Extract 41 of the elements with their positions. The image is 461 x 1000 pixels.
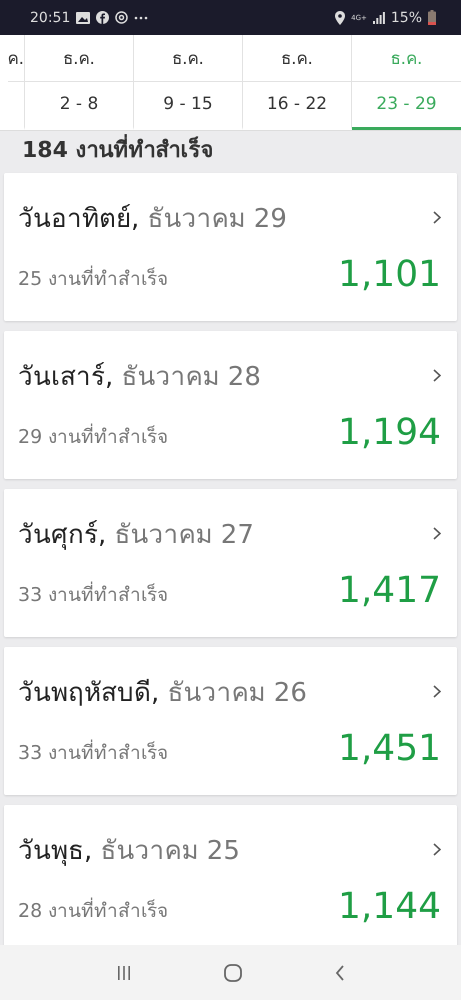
- day-card[interactable]: วันเสาร์, ธันวาคม 28 29 งานที่ทำสำเร็จ 1,194: [4, 331, 457, 479]
- image-icon: [76, 12, 90, 24]
- home-icon[interactable]: [224, 964, 242, 982]
- week-tab[interactable]: ธ.ค. 16 - 22: [243, 35, 352, 130]
- day-title: วันศุกร์, ธันวาคม 27: [18, 519, 254, 552]
- day-title: วันเสาร์, ธันวาคม 28: [18, 361, 261, 394]
- earnings-amount: 1,101: [338, 254, 441, 295]
- chevron-right-icon: [433, 843, 441, 856]
- jobs-count: 25 งานที่ทำสำเร็จ: [18, 263, 168, 295]
- day-card[interactable]: วันพุธ, ธันวาคม 25 28 งานที่ทำสำเร็จ 1,144: [4, 805, 457, 945]
- jobs-count: 33 งานที่ทำสำเร็จ: [18, 579, 168, 611]
- week-tab[interactable]: ธ.ค. 9 - 15: [134, 35, 243, 130]
- jobs-count: 29 งานที่ทำสำเร็จ: [18, 421, 168, 453]
- day-card[interactable]: วันอาทิตย์, ธันวาคม 29 25 งานที่ทำสำเร็จ 1,101: [4, 173, 457, 321]
- recent-apps-icon[interactable]: [116, 964, 132, 980]
- day-card[interactable]: วันศุกร์, ธันวาคม 27 33 งานที่ทำสำเร็จ 1,417: [4, 489, 457, 637]
- earnings-amount: 1,144: [338, 886, 441, 927]
- at-sign-icon: [115, 11, 128, 24]
- chevron-right-icon: [433, 211, 441, 224]
- chevron-right-icon: [433, 527, 441, 540]
- back-icon[interactable]: [334, 964, 345, 980]
- jobs-count: 33 งานที่ทำสำเร็จ: [18, 737, 168, 769]
- signal-icon: [372, 12, 385, 24]
- battery-icon: [428, 10, 436, 25]
- earnings-amount: 1,194: [338, 412, 441, 453]
- more-icon: [134, 16, 148, 20]
- day-title: วันพฤหัสบดี, ธันวาคม 26: [18, 677, 307, 710]
- chevron-right-icon: [433, 685, 441, 698]
- jobs-count: 28 งานที่ทำสำเร็จ: [18, 895, 168, 927]
- day-title: วันอาทิตย์, ธันวาคม 29: [18, 203, 287, 236]
- chevron-right-icon: [433, 369, 441, 382]
- completed-jobs-total: 184 งานที่ทำสำเร็จ: [4, 131, 457, 171]
- week-tab[interactable]: ธ.ค. 2 - 8: [25, 35, 134, 130]
- facebook-icon: [96, 11, 110, 24]
- location-icon: [335, 10, 346, 24]
- day-title: วันพุธ, ธันวาคม 25: [18, 835, 240, 868]
- status-time: 20:51: [30, 10, 70, 26]
- day-card[interactable]: วันพฤหัสบดี, ธันวาคม 26 33 งานที่ทำสำเร็จ 1,451: [4, 647, 457, 795]
- battery-percent: 15%: [390, 10, 422, 26]
- earnings-amount: 1,451: [338, 728, 441, 769]
- earnings-amount: 1,417: [338, 570, 441, 611]
